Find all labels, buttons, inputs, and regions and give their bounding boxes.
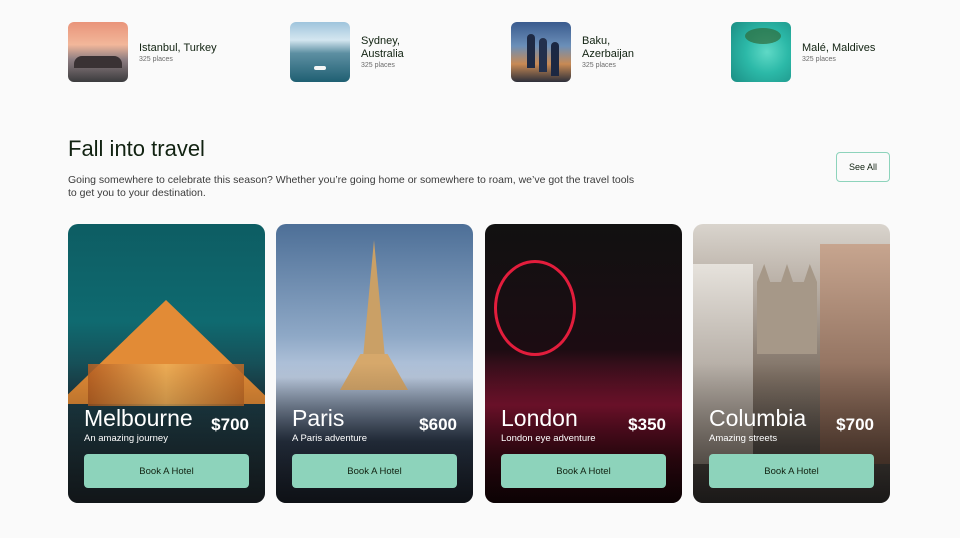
- destination-places-count: 325 places: [582, 62, 616, 69]
- card-tagline: A Paris adventure: [292, 433, 367, 444]
- card-tagline: An amazing journey: [84, 433, 168, 444]
- destination-baku[interactable]: Baku, Azerbaijan 325 places: [511, 22, 648, 82]
- see-all-button[interactable]: See All: [836, 152, 890, 182]
- destination-info: Malé, Maldives 325 places: [802, 42, 875, 63]
- card-columbia[interactable]: Columbia Amazing streets $700 Book A Hot…: [693, 224, 890, 503]
- card-price: $700: [836, 415, 874, 434]
- card-tagline: Amazing streets: [709, 433, 778, 444]
- card-tagline: London eye adventure: [501, 433, 596, 444]
- baku-thumbnail: [511, 22, 571, 82]
- book-hotel-button[interactable]: Book A Hotel: [501, 454, 666, 488]
- card-price: $600: [419, 415, 457, 434]
- destination-male[interactable]: Malé, Maldives 325 places: [731, 22, 875, 82]
- destination-info: Istanbul, Turkey 325 places: [139, 42, 217, 63]
- destination-info: Baku, Azerbaijan 325 places: [582, 35, 648, 69]
- section-title: Fall into travel: [68, 136, 205, 161]
- card-price: $700: [211, 415, 249, 434]
- section-description: Going somewhere to celebrate this season…: [68, 174, 635, 199]
- destination-sydney[interactable]: Sydney, Australia 325 places: [290, 22, 421, 82]
- london-eye-illustration: [494, 260, 576, 356]
- destination-row: Istanbul, Turkey 325 places Sydney, Aust…: [68, 22, 890, 84]
- card-city: Paris: [292, 405, 345, 431]
- travel-cards: Melbourne An amazing journey $700 Book A…: [68, 224, 890, 503]
- destination-name: Istanbul, Turkey: [139, 41, 217, 54]
- destination-places-count: 325 places: [361, 62, 395, 69]
- destination-name: Malé, Maldives: [802, 41, 876, 54]
- book-hotel-button[interactable]: Book A Hotel: [292, 454, 457, 488]
- book-hotel-button[interactable]: Book A Hotel: [709, 454, 874, 488]
- card-paris[interactable]: Paris A Paris adventure $600 Book A Hote…: [276, 224, 473, 503]
- destination-istanbul[interactable]: Istanbul, Turkey 325 places: [68, 22, 217, 82]
- destination-name: Sydney, Australia: [361, 35, 404, 60]
- destination-name: Baku, Azerbaijan: [582, 35, 634, 60]
- card-city: London: [501, 405, 578, 431]
- book-hotel-button[interactable]: Book A Hotel: [84, 454, 249, 488]
- card-melbourne[interactable]: Melbourne An amazing journey $700 Book A…: [68, 224, 265, 503]
- destination-places-count: 325 places: [139, 55, 173, 63]
- destination-info: Sydney, Australia 325 places: [361, 35, 421, 69]
- male-thumbnail: [731, 22, 791, 82]
- card-london[interactable]: London London eye adventure $350 Book A …: [485, 224, 682, 503]
- istanbul-thumbnail: [68, 22, 128, 82]
- sydney-thumbnail: [290, 22, 350, 82]
- card-price: $350: [628, 415, 666, 434]
- card-city: Columbia: [709, 405, 807, 431]
- destination-places-count: 325 places: [802, 55, 836, 63]
- cathedral-illustration: [757, 264, 817, 354]
- card-city: Melbourne: [84, 405, 193, 431]
